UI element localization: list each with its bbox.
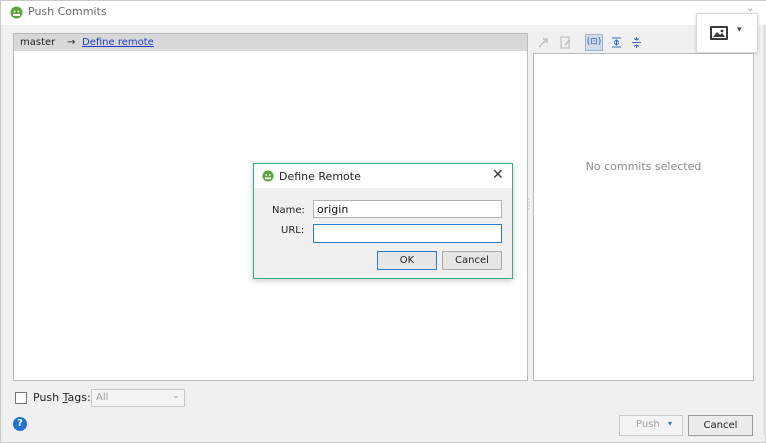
dialog-titlebar[interactable]: Define Remote ✕ [254, 164, 512, 188]
push-commits-window: Push Commits ⌄ master → Define remote ::… [0, 0, 766, 443]
android-icon [262, 170, 274, 182]
android-icon [10, 6, 23, 19]
dialog-cancel-button[interactable]: Cancel [442, 251, 502, 270]
ok-button[interactable]: OK [377, 251, 437, 270]
empty-state-text: No commits selected [585, 160, 702, 173]
image-icon [710, 26, 728, 40]
commit-details-pane: No commits selected [533, 53, 754, 381]
remote-url-field[interactable] [313, 224, 502, 243]
expand-icon[interactable] [536, 35, 551, 50]
remote-name-field[interactable] [313, 200, 502, 218]
collapse-all-icon[interactable] [629, 35, 644, 50]
arrow-icon: → [67, 37, 76, 48]
close-icon[interactable]: ✕ [492, 168, 504, 182]
window-title: Push Commits [28, 5, 107, 18]
define-remote-dialog: Define Remote ✕ Name: URL: OK Cancel [253, 163, 513, 279]
local-branch-name: master [20, 37, 56, 48]
chevron-down-icon: ▾ [737, 25, 742, 35]
push-tags-label[interactable]: Push Tags: [33, 391, 91, 405]
url-label: URL: [281, 225, 305, 236]
group-by-directory-icon[interactable]: (⊡) [585, 34, 603, 51]
dialog-title: Define Remote [279, 170, 361, 183]
push-button-label: Push [636, 419, 660, 430]
window-titlebar: Push Commits ⌄ [1, 1, 766, 25]
push-tags-checkbox[interactable] [15, 392, 27, 404]
dropdown-arrow-icon[interactable]: ▾ [668, 419, 672, 428]
help-icon[interactable]: ? [13, 417, 27, 431]
branch-row[interactable]: master → Define remote [14, 34, 527, 51]
name-label: Name: [272, 205, 305, 216]
expand-all-icon[interactable] [609, 35, 624, 50]
select-value: All [96, 392, 109, 403]
push-tags-select[interactable]: All ⌄ [91, 389, 185, 407]
cancel-button[interactable]: Cancel [688, 415, 753, 436]
define-remote-link[interactable]: Define remote [82, 36, 154, 49]
chevron-down-icon: ⌄ [172, 391, 180, 401]
image-menu-button[interactable]: ▾ [696, 13, 758, 53]
splitter-handle[interactable]: ::: [527, 197, 531, 213]
edit-source-icon[interactable] [558, 35, 573, 50]
push-button[interactable]: Push ▾ [619, 415, 683, 436]
